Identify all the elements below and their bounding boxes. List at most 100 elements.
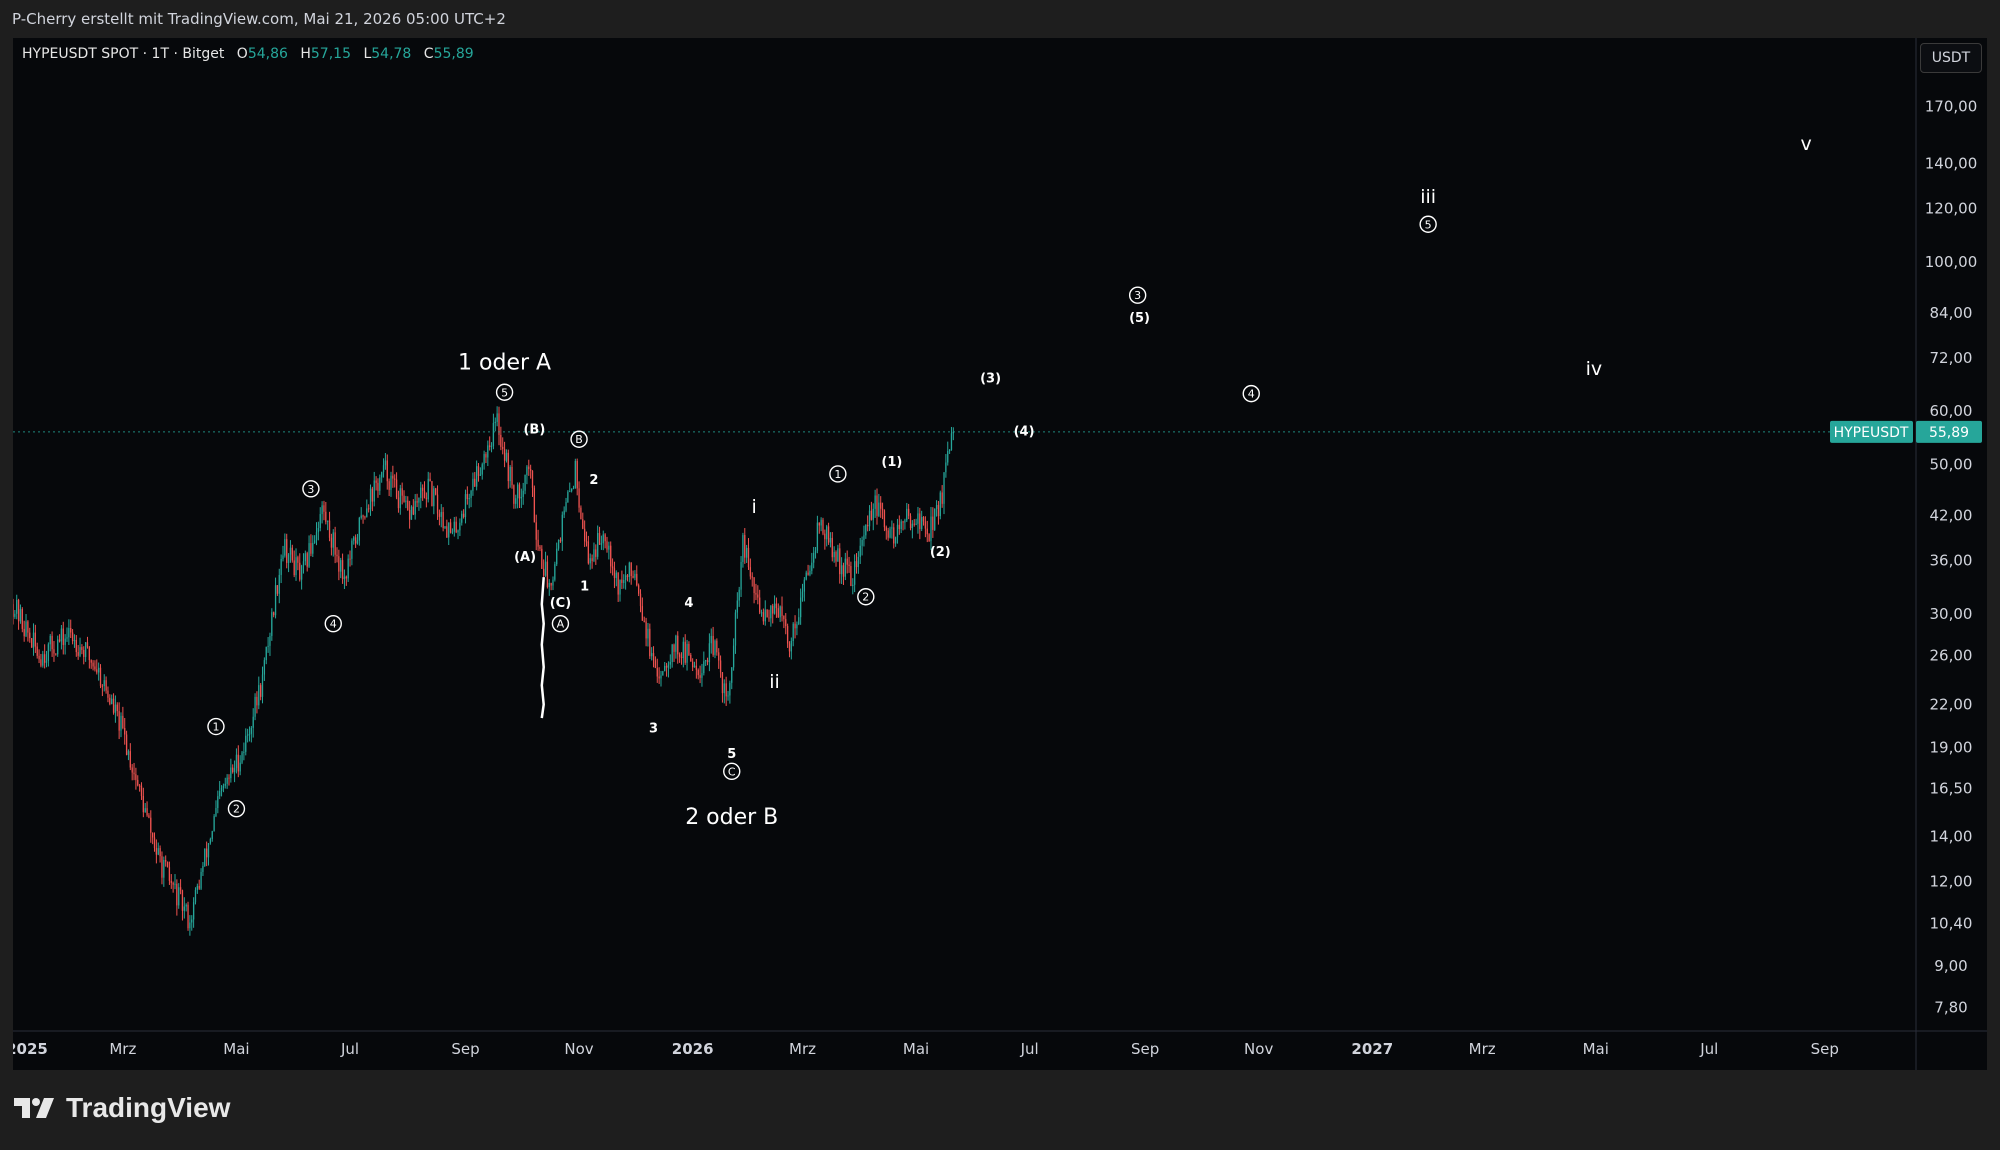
candle bbox=[371, 486, 374, 512]
price-tick-label: 19,00 bbox=[1930, 738, 1973, 756]
candle bbox=[474, 472, 476, 487]
candle bbox=[319, 507, 321, 532]
candle bbox=[556, 542, 558, 567]
price-tag-value[interactable]: 55,89 bbox=[1929, 425, 1969, 441]
wave-label: iv bbox=[1586, 358, 1603, 380]
candle bbox=[708, 633, 711, 672]
candle bbox=[153, 832, 156, 852]
candle bbox=[682, 637, 684, 668]
candle bbox=[798, 608, 800, 626]
candle bbox=[185, 903, 187, 912]
candle bbox=[723, 679, 725, 704]
wave-label: 1 bbox=[212, 721, 219, 734]
candle bbox=[399, 484, 401, 515]
candle bbox=[827, 522, 830, 545]
candle bbox=[146, 801, 148, 817]
candle bbox=[576, 458, 578, 496]
candle bbox=[775, 597, 778, 618]
candle bbox=[550, 582, 552, 591]
candle bbox=[673, 643, 675, 662]
candle bbox=[230, 758, 232, 783]
candle bbox=[92, 660, 94, 671]
candle bbox=[196, 883, 198, 894]
candle bbox=[317, 521, 320, 541]
candle bbox=[286, 533, 288, 569]
currency-button[interactable]: USDT bbox=[1920, 43, 1982, 73]
candle bbox=[649, 623, 651, 659]
candle bbox=[565, 497, 567, 513]
candle bbox=[181, 889, 184, 921]
price-tag-name: HYPEUSDT bbox=[1834, 425, 1909, 441]
candle bbox=[939, 490, 941, 520]
candle bbox=[133, 762, 135, 781]
candle bbox=[276, 585, 279, 596]
candle bbox=[178, 883, 180, 909]
candle bbox=[947, 441, 949, 466]
candle bbox=[300, 564, 303, 590]
candle bbox=[477, 463, 480, 482]
candle bbox=[278, 568, 280, 604]
candle bbox=[148, 813, 150, 819]
candle bbox=[245, 728, 247, 756]
candle bbox=[228, 774, 230, 786]
price-tick-label: 50,00 bbox=[1930, 455, 1973, 473]
candle bbox=[718, 648, 720, 669]
candle bbox=[716, 638, 718, 656]
candle bbox=[217, 790, 219, 814]
candle bbox=[259, 683, 262, 701]
candle bbox=[686, 639, 688, 671]
time-tick-label: Jul bbox=[1699, 1040, 1718, 1058]
candle bbox=[466, 486, 468, 505]
candle bbox=[124, 717, 126, 745]
candle bbox=[796, 621, 798, 636]
top-bar: P-Cherry erstellt mit TradingView.com, M… bbox=[0, 0, 2000, 38]
candle bbox=[505, 449, 508, 463]
candle bbox=[760, 609, 763, 617]
candle bbox=[112, 693, 115, 715]
candle bbox=[794, 615, 796, 639]
candle bbox=[401, 482, 403, 505]
candle bbox=[813, 546, 815, 569]
candle bbox=[241, 750, 243, 765]
price-chart[interactable]: 7,809,0010,4012,0014,0016,5019,0022,0026… bbox=[13, 38, 1987, 1070]
candle bbox=[518, 482, 521, 509]
candle bbox=[852, 578, 854, 595]
candle bbox=[86, 636, 89, 649]
candle bbox=[487, 440, 489, 467]
candle bbox=[366, 499, 368, 518]
wave-label: (4) bbox=[1014, 424, 1035, 439]
chart-area[interactable]: 7,80 9,00 10,40 12,00 14,00 16,50 19,00 22,00 26… bbox=[13, 38, 1987, 1070]
time-tick-label: Mai bbox=[1583, 1040, 1609, 1058]
candle bbox=[524, 474, 526, 495]
candle bbox=[528, 459, 530, 476]
candle bbox=[878, 493, 880, 518]
candle bbox=[58, 634, 61, 643]
candle bbox=[593, 542, 595, 563]
candle bbox=[64, 634, 66, 655]
price-tick-label: 36,00 bbox=[1930, 551, 1973, 569]
candle bbox=[783, 615, 785, 629]
wave-label: 5 bbox=[727, 747, 736, 762]
candle bbox=[118, 702, 120, 740]
candle bbox=[308, 535, 310, 568]
candle bbox=[740, 556, 742, 597]
candle bbox=[919, 507, 921, 540]
candle bbox=[583, 520, 586, 547]
candle bbox=[811, 552, 813, 575]
wave-label: A bbox=[557, 618, 565, 631]
candle bbox=[917, 506, 919, 534]
candle bbox=[941, 485, 943, 508]
candle bbox=[591, 554, 593, 569]
wave-label: (A) bbox=[514, 550, 536, 565]
candle bbox=[377, 478, 379, 498]
candle bbox=[75, 635, 77, 657]
candle bbox=[870, 501, 873, 521]
candle bbox=[394, 474, 396, 488]
candle bbox=[559, 537, 562, 543]
candle bbox=[570, 488, 573, 493]
wave-label: (2) bbox=[930, 545, 951, 560]
candle bbox=[628, 561, 630, 583]
candle bbox=[179, 879, 182, 895]
tradingview-logo[interactable]: TradingView bbox=[14, 1092, 230, 1124]
symbol-label[interactable]: HYPEUSDT SPOT · 1T · Bitget bbox=[22, 46, 224, 62]
